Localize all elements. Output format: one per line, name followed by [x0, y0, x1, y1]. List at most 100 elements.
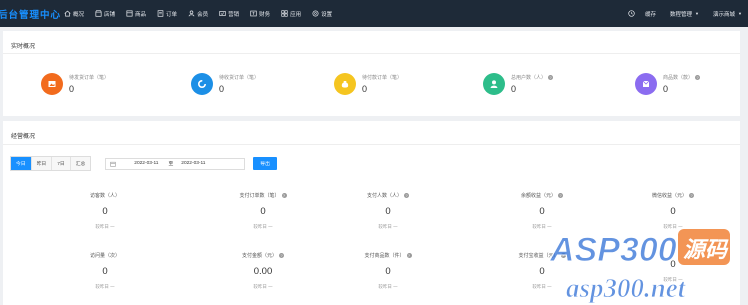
stat-label: 总用户数（人）? [511, 75, 554, 81]
date-separator: 至 [168, 162, 174, 167]
nav-item-store[interactable]: 店铺 [95, 10, 115, 18]
metric-compare: 较昨日 一 [253, 224, 273, 229]
section-title: 经营概况 [11, 134, 36, 140]
nav-item-marketing[interactable]: 营销 [219, 10, 239, 18]
metric-label: 支付金额（元）? [241, 253, 284, 259]
date-range-picker[interactable]: 2022-03-11 至 2022-03-11 [105, 157, 246, 170]
member-icon [188, 10, 195, 17]
goods-icon [126, 10, 133, 17]
metric-label: 访客数（人） [89, 193, 120, 199]
metric-other-income: 0 较昨日 一 [618, 252, 728, 283]
nav-item-overview[interactable]: 概况 [64, 10, 84, 18]
tab-today[interactable]: 今日 [11, 157, 32, 170]
home-icon [64, 10, 71, 17]
date-to[interactable]: 2022-03-11 [181, 161, 205, 166]
help-icon[interactable]: ? [689, 193, 694, 199]
metric-label: 支付人数（人）? [366, 193, 409, 199]
nav-item-members[interactable]: 会员 [188, 10, 208, 18]
date-filters: 今日 昨日 7日 汇总 2022-03-11 至 2022-03-11 导出 [10, 156, 277, 171]
chevron-down-icon: ▼ [695, 11, 700, 16]
export-button[interactable]: 导出 [253, 157, 277, 170]
tab-yesterday[interactable]: 昨日 [31, 157, 53, 170]
apps-icon [281, 10, 288, 17]
nav-label: 店铺 [104, 11, 116, 18]
nav-label: 概况 [73, 11, 85, 18]
stat-pending-receipt[interactable]: 待收货订单（笔） 0 [191, 73, 259, 95]
stat-products[interactable]: 商品数（款）? 0 [635, 73, 701, 95]
top-navbar: 后台管理中心 概况 店铺 商品 订单 会员 营销 财务 应用 设置 缓存 数程管… [0, 0, 748, 27]
stat-value: 0 [663, 84, 669, 94]
metric-value: 0.00 [253, 266, 273, 277]
settings-icon [312, 10, 319, 17]
stat-value: 0 [362, 84, 368, 94]
help-icon[interactable]: ? [281, 193, 287, 199]
help-icon[interactable]: ? [406, 253, 412, 259]
nav-item-finance[interactable]: 财务 [250, 10, 270, 18]
metric-value: 0 [539, 206, 545, 217]
mall-label: 演示商城 [713, 11, 736, 18]
stat-value: 0 [511, 84, 517, 94]
metric-value: 0 [385, 206, 391, 217]
divider [3, 53, 740, 54]
metric-compare: 较昨日 一 [532, 284, 552, 289]
metric-page-views: 访问量（次） 0 较昨日 一 [50, 252, 160, 290]
help-icon[interactable]: ? [279, 253, 284, 259]
metric-value: 0 [102, 266, 108, 277]
stat-pending-shipment[interactable]: 待发货订单（笔） 0 [41, 73, 109, 95]
stat-label: 待收货订单（笔） [219, 75, 260, 81]
account-menu[interactable]: 数程管理 ▼ [670, 10, 699, 18]
clock-icon [628, 10, 635, 17]
stat-value: 0 [69, 84, 75, 94]
metric-value: 0 [385, 266, 391, 277]
metric-paid-orders: 支付订单数（笔）? 0 较昨日 一 [208, 192, 318, 230]
nav-label: 财务 [259, 11, 271, 18]
help-icon[interactable]: ? [558, 193, 563, 199]
metric-wechat-income: 微信收益（元）? 0 较昨日 一 [618, 192, 728, 230]
metric-label: 支付宝收益（元）? [518, 253, 566, 259]
nav-label: 订单 [166, 11, 178, 18]
metric-label: 支付商品数（件）? [364, 253, 412, 259]
divider [3, 144, 740, 145]
tab-summary[interactable]: 汇总 [70, 157, 91, 170]
realtime-panel: 实时概况 待发货订单（笔） 0 待收货订单（笔） 0 待付款订单（笔） 0 总用… [3, 31, 740, 116]
stat-total-users[interactable]: 总用户数（人）? 0 [483, 73, 554, 95]
brand-title[interactable]: 后台管理中心 [0, 7, 60, 21]
header-right: 缓存 数程管理 ▼ 演示商城 ▼ [628, 0, 748, 27]
nav-label: 商品 [135, 11, 147, 18]
metric-compare: 较昨日 一 [663, 224, 683, 229]
help-icon[interactable]: ? [695, 75, 701, 81]
nav-item-settings[interactable]: 设置 [312, 10, 332, 18]
tab-7days[interactable]: 7日 [52, 157, 71, 170]
metric-label: 支付订单数（笔）? [239, 193, 287, 199]
order-icon [157, 10, 164, 17]
stat-label: 商品数（款）? [663, 75, 701, 81]
metric-compare: 较昨日 一 [95, 284, 115, 289]
date-from[interactable]: 2022-03-11 [134, 161, 158, 166]
metric-paying-users: 支付人数（人）? 0 较昨日 一 [333, 192, 443, 230]
stat-pending-payment[interactable]: 待付款订单（笔） 0 [334, 73, 402, 95]
metric-value: 0 [670, 259, 676, 270]
metric-compare: 较昨日 一 [532, 224, 552, 229]
help-icon[interactable]: ? [404, 193, 409, 199]
help-icon[interactable]: ? [560, 253, 566, 259]
help-icon[interactable]: ? [548, 75, 554, 81]
money-bag-icon [334, 73, 356, 95]
store-icon [95, 10, 102, 17]
nav-item-orders[interactable]: 订单 [157, 10, 177, 18]
cache-button[interactable]: 缓存 [645, 10, 656, 18]
metric-compare: 较昨日 一 [378, 224, 398, 229]
nav-item-apps[interactable]: 应用 [281, 10, 301, 18]
nav-label: 营销 [228, 11, 240, 18]
clock-button[interactable] [628, 10, 635, 17]
metric-alipay-income: 支付宝收益（元）? 0 较昨日 一 [487, 252, 597, 290]
user-icon [483, 73, 505, 95]
metric-value: 0 [670, 206, 676, 217]
metric-compare: 较昨日 一 [253, 284, 273, 289]
metric-paid-amount: 支付金额（元）? 0.00 较昨日 一 [208, 252, 318, 290]
nav-item-goods[interactable]: 商品 [126, 10, 146, 18]
period-tabs: 今日 昨日 7日 汇总 [10, 156, 92, 171]
nav-label: 应用 [290, 11, 302, 18]
metric-label: 余额收益（元）? [520, 193, 563, 199]
metric-label: 微信收益（元）? [651, 193, 694, 199]
mall-menu[interactable]: 演示商城 ▼ [713, 10, 742, 18]
